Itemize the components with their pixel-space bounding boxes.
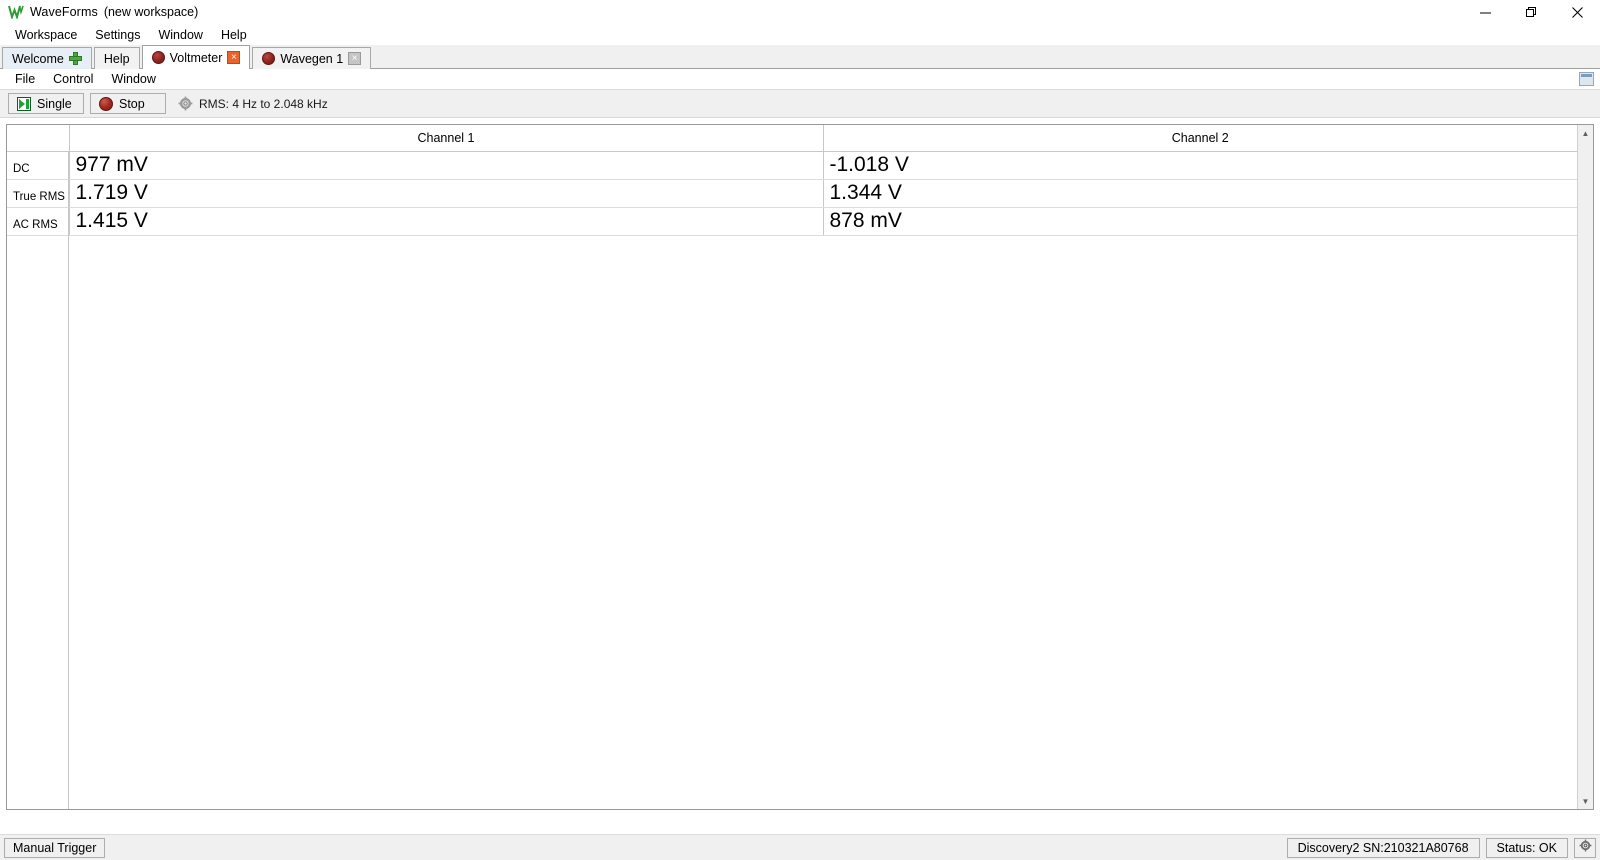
app-title: WaveForms [30,5,98,19]
scroll-up-arrow-icon[interactable]: ▲ [1578,125,1594,141]
vertical-scrollbar[interactable]: ▲ ▼ [1577,125,1593,809]
table-corner-cell [7,125,70,152]
table-header-row: Channel 1 Channel 2 [7,125,1577,152]
tab-voltmeter[interactable]: Voltmeter × [141,45,251,69]
restore-icon[interactable] [1508,0,1554,24]
panel-menu-item-window[interactable]: Window [102,70,164,88]
value-dc-channel-2: -1.018 V [823,151,1577,180]
tab-help[interactable]: Help [93,47,140,69]
instrument-dot-icon [262,52,276,65]
instrument-dot-icon [151,51,165,64]
gear-icon [1579,839,1592,857]
title-bar: WaveForms (new workspace) [0,0,1600,24]
tab-label: Help [103,51,130,66]
value-ac-rms-channel-2: 878 mV [823,207,1577,236]
row-label-column-filler [7,151,69,809]
menu-item-window[interactable]: Window [149,26,211,44]
tab-welcome[interactable]: Welcome [2,47,92,69]
single-button[interactable]: Single [8,93,84,114]
waveforms-logo-icon [8,5,24,21]
column-header-channel-2: Channel 2 [823,125,1577,152]
value-dc-channel-1: 977 mV [69,151,824,180]
panel-menu-item-control[interactable]: Control [44,70,102,88]
tab-label: Voltmeter [169,50,223,65]
column-header-channel-1: Channel 1 [69,125,824,152]
device-field[interactable]: Discovery2 SN:210321A80768 [1286,837,1480,858]
minimize-icon[interactable] [1462,0,1508,24]
close-icon[interactable] [1554,0,1600,24]
rms-range-text: RMS: 4 Hz to 2.048 kHz [199,96,328,111]
scroll-down-arrow-icon[interactable]: ▼ [1578,793,1594,809]
panel-menu-bar: File Control Window [0,69,1600,90]
menu-item-settings[interactable]: Settings [86,26,149,44]
main-menu-bar: Workspace Settings Window Help [0,24,1600,45]
measurement-panel: Channel 1 Channel 2 DC 977 mV -1.018 V T… [6,124,1594,810]
measurement-table: Channel 1 Channel 2 DC 977 mV -1.018 V T… [7,125,1577,236]
menu-item-workspace[interactable]: Workspace [6,26,86,44]
table-row: True RMS 1.719 V 1.344 V [7,179,1577,208]
single-step-icon [17,96,31,111]
table-row: DC 977 mV -1.018 V [7,151,1577,180]
plus-icon[interactable] [68,52,82,65]
tab-label: Welcome [12,51,64,66]
stop-button[interactable]: Stop [90,93,166,114]
value-ac-rms-channel-1: 1.415 V [69,207,824,236]
close-icon[interactable]: × [227,51,241,64]
manual-trigger-button[interactable]: Manual Trigger [4,837,106,858]
tab-wavegen-1[interactable]: Wavegen 1 × [252,47,372,69]
value-true-rms-channel-2: 1.344 V [823,179,1577,208]
stop-icon [99,96,113,111]
measurement-scroll-area: Channel 1 Channel 2 DC 977 mV -1.018 V T… [7,125,1577,809]
rms-range-info[interactable]: RMS: 4 Hz to 2.048 kHz [178,96,328,111]
gear-icon [178,96,193,111]
instrument-tab-strip: Welcome Help Voltmeter × Wavegen 1 × [0,45,1600,69]
table-row: AC RMS 1.415 V 878 mV [7,207,1577,236]
panel-menu-item-file[interactable]: File [6,70,44,88]
value-true-rms-channel-1: 1.719 V [69,179,824,208]
window-controls [1462,0,1600,24]
status-badge: Status: OK [1485,837,1568,858]
close-icon[interactable]: × [348,52,362,65]
instrument-toolbar: Single Stop RMS: 4 Hz to 2.048 kHz [0,90,1600,118]
workspace-name: (new workspace) [103,5,199,19]
single-button-label: Single [37,96,72,111]
menu-item-help[interactable]: Help [212,26,256,44]
dock-window-icon[interactable] [1579,72,1594,86]
settings-button[interactable] [1574,837,1596,858]
stop-button-label: Stop [119,96,145,111]
tab-label: Wavegen 1 [280,51,344,66]
status-bar: Manual Trigger Discovery2 SN:210321A8076… [0,834,1600,860]
